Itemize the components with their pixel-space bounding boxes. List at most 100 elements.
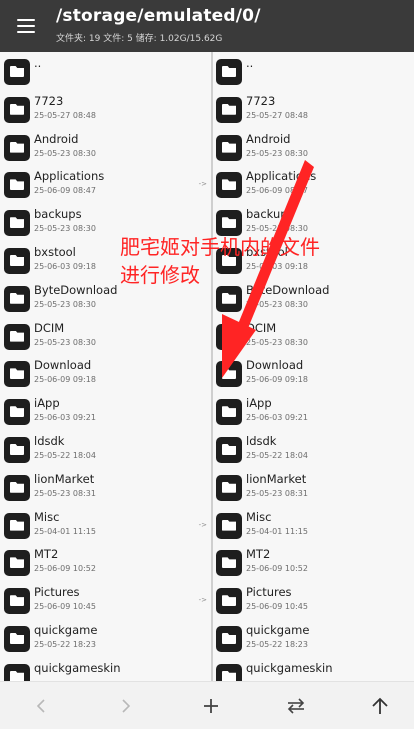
- folder-name: backups: [34, 207, 82, 222]
- folder-row[interactable]: Pictures 25-06-09 10:45: [212, 582, 414, 620]
- folder-icon: [216, 663, 242, 681]
- symlink-indicator: ->: [198, 520, 207, 529]
- left-pane[interactable]: .. 7723 25-05-27 08:48 Android 25-05-23 08:3…: [0, 52, 211, 681]
- folder-row[interactable]: Applications 25-06-09 08:47: [212, 166, 414, 204]
- bottom-toolbar: [0, 681, 414, 729]
- folder-date: 25-05-23 08:30: [34, 337, 96, 347]
- folder-date: 25-06-03 09:21: [246, 413, 308, 423]
- folder-row[interactable]: quickgame 25-05-22 18:23: [0, 620, 211, 658]
- folder-name: lionMarket: [246, 471, 307, 486]
- folder-icon: [4, 134, 30, 161]
- folder-icon: [4, 399, 30, 426]
- symlink-indicator: ->: [198, 180, 207, 189]
- folder-name: Applications: [34, 169, 105, 184]
- folder-icon: [216, 172, 242, 199]
- folder-icon: [216, 134, 242, 161]
- file-panes: .. 7723 25-05-27 08:48 Android 25-05-23 08:3…: [0, 52, 414, 681]
- folder-icon: [4, 626, 30, 652]
- folder-name: ByteDownload: [34, 282, 118, 297]
- folder-row[interactable]: quickgameskin: [212, 658, 414, 681]
- folder-name: iApp: [34, 396, 60, 411]
- folder-date: 25-05-22 18:23: [34, 640, 96, 649]
- menu-icon: [17, 19, 35, 21]
- folder-row[interactable]: lionMarket 25-05-23 08:31: [0, 469, 211, 507]
- folder-icon: [216, 474, 242, 501]
- folder-date: 25-05-23 08:30: [246, 337, 308, 347]
- folder-row[interactable]: ldsdk 25-05-22 18:04: [212, 431, 414, 469]
- folder-date: 25-06-03 09:21: [34, 413, 96, 423]
- folder-icon: [4, 210, 30, 237]
- storage-stats: 文件夹: 19 文件: 5 储存: 1.02G/15.62G: [56, 34, 223, 44]
- folder-row[interactable]: iApp 25-06-03 09:21: [212, 393, 414, 431]
- folder-name: quickgameskin: [246, 660, 333, 675]
- folder-row[interactable]: Misc 25-04-01 11:15: [212, 507, 414, 545]
- folder-row[interactable]: 7723 25-05-27 08:48: [0, 91, 211, 129]
- folder-date: 25-05-23 08:30: [246, 148, 308, 158]
- folder-icon: [4, 663, 30, 681]
- folder-row[interactable]: lionMarket 25-05-23 08:31: [212, 469, 414, 507]
- folder-icon: [4, 172, 30, 199]
- folder-row[interactable]: 7723 25-05-27 08:48: [212, 91, 414, 129]
- add-button[interactable]: [195, 690, 227, 722]
- folder-name: 7723: [246, 93, 276, 108]
- folder-date: 25-05-23 08:30: [34, 299, 96, 309]
- folder-icon: [216, 323, 242, 350]
- folder-name: backups: [246, 207, 294, 222]
- folder-icon: [4, 474, 30, 501]
- folder-date: 25-05-27 08:48: [34, 110, 96, 120]
- parent-folder-row[interactable]: ..: [0, 53, 211, 91]
- folder-row[interactable]: MT2 25-06-09 10:52: [0, 544, 211, 582]
- folder-name: Applications: [246, 169, 317, 184]
- folder-date: 25-06-09 10:45: [246, 602, 308, 612]
- folder-row[interactable]: DCIM 25-05-23 08:30: [212, 318, 414, 356]
- folder-icon: [216, 626, 242, 652]
- folder-name: quickgame: [246, 623, 310, 637]
- symlink-indicator: ->: [198, 596, 207, 605]
- forward-icon: [122, 699, 131, 713]
- folder-row[interactable]: quickgame 25-05-22 18:23: [212, 620, 414, 658]
- folder-name: Download: [246, 358, 304, 373]
- folder-row[interactable]: Download 25-06-09 09:18: [0, 355, 211, 393]
- folder-date: 25-05-22 18:04: [246, 451, 308, 460]
- folder-row[interactable]: Applications 25-06-09 08:47 ->: [0, 166, 211, 204]
- folder-row[interactable]: iApp 25-06-03 09:21: [0, 393, 211, 431]
- folder-row[interactable]: DCIM 25-05-23 08:30: [0, 318, 211, 356]
- folder-date: 25-06-03 09:18: [34, 262, 96, 271]
- forward-button[interactable]: [110, 690, 142, 722]
- folder-name: Misc: [34, 509, 60, 524]
- folder-date: 25-06-09 10:52: [34, 564, 96, 574]
- folder-row[interactable]: Misc 25-04-01 11:15 ->: [0, 507, 211, 545]
- folder-icon: [216, 285, 242, 312]
- folder-date: 25-05-22 18:23: [246, 640, 308, 649]
- back-button[interactable]: [25, 690, 57, 722]
- folder-icon: [4, 588, 30, 615]
- folder-icon: [216, 361, 242, 388]
- folder-date: 25-06-09 10:52: [246, 564, 308, 574]
- folder-date: 25-05-23 08:31: [34, 488, 96, 498]
- folder-row[interactable]: quickgameskin: [0, 658, 211, 681]
- up-button[interactable]: [364, 690, 396, 722]
- menu-button[interactable]: [8, 8, 44, 44]
- folder-date: 25-06-09 10:45: [34, 602, 96, 612]
- folder-name: Misc: [246, 509, 272, 524]
- right-pane[interactable]: .. 7723 25-05-27 08:48 Android 25-05-23 08:3…: [212, 52, 414, 681]
- folder-row[interactable]: Pictures 25-06-09 10:45 ->: [0, 582, 211, 620]
- folder-date: 25-05-23 08:30: [34, 148, 96, 158]
- folder-row[interactable]: Download 25-06-09 09:18: [212, 355, 414, 393]
- app-bar: /storage/emulated/0/ 文件夹: 19 文件: 5 储存: 1…: [0, 0, 414, 52]
- folder-icon: [4, 96, 30, 123]
- folder-row[interactable]: ldsdk 25-05-22 18:04: [0, 431, 211, 469]
- swap-button[interactable]: [280, 690, 312, 722]
- parent-folder-row[interactable]: ..: [212, 53, 414, 91]
- folder-date: 25-05-23 08:30: [34, 224, 96, 234]
- folder-name: DCIM: [246, 320, 277, 335]
- folder-name: ldsdk: [34, 434, 65, 448]
- folder-name: ..: [34, 56, 42, 70]
- folder-row[interactable]: Android 25-05-23 08:30: [0, 129, 211, 167]
- folder-row[interactable]: MT2 25-06-09 10:52: [212, 544, 414, 582]
- folder-name: quickgame: [34, 623, 98, 637]
- folder-row[interactable]: Android 25-05-23 08:30: [212, 129, 414, 167]
- folder-icon: [4, 285, 30, 312]
- folder-icon: [216, 512, 242, 539]
- current-path[interactable]: /storage/emulated/0/: [56, 6, 261, 26]
